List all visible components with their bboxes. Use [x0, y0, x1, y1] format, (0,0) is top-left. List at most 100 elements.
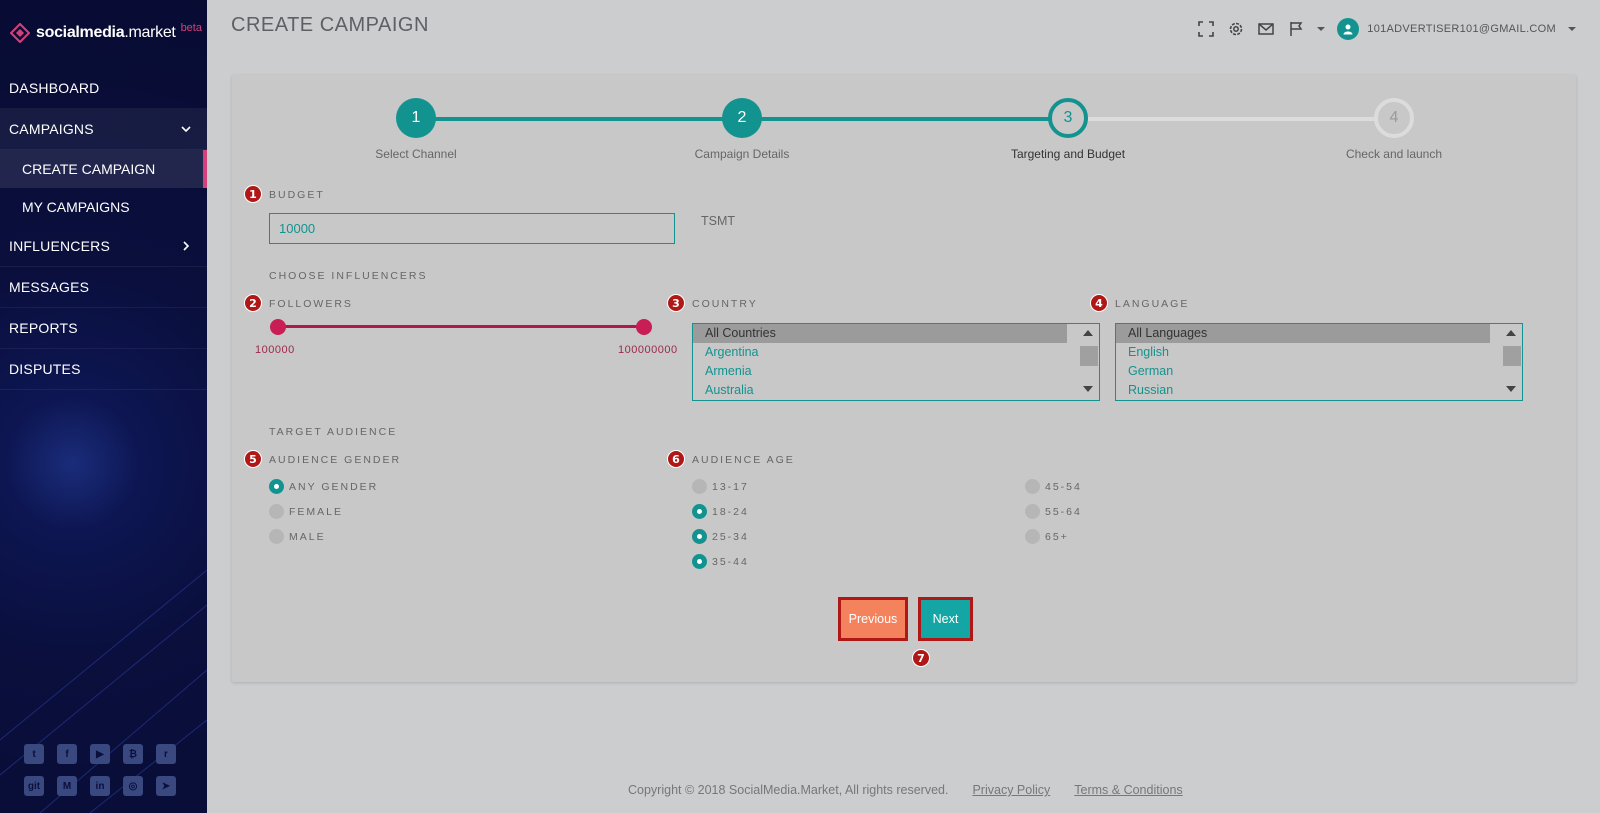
- scroll-thumb[interactable]: [1503, 346, 1521, 366]
- privacy-policy-link[interactable]: Privacy Policy: [972, 783, 1050, 797]
- annotation-badge-3: 3: [667, 294, 685, 312]
- previous-button[interactable]: Previous: [838, 597, 908, 641]
- sidebar-item-influencers[interactable]: INFLUENCERS: [0, 226, 207, 267]
- country-option[interactable]: Argentina: [693, 343, 1067, 362]
- audience-age-label: AUDIENCE AGE: [692, 454, 795, 466]
- gender-option-any[interactable]: ANY GENDER: [269, 479, 378, 494]
- annotation-badge-6: 6: [667, 450, 685, 468]
- footer: Copyright © 2018 SocialMedia.Market, All…: [628, 783, 1183, 797]
- age-option-55-64[interactable]: 55-64: [1025, 504, 1082, 519]
- checkbox[interactable]: [692, 479, 707, 494]
- sidebar-subitem-label: CREATE CAMPAIGN: [22, 161, 156, 177]
- step-campaign-details[interactable]: 2 Campaign Details: [662, 98, 822, 161]
- slider-min-handle[interactable]: [270, 319, 286, 335]
- copyright-text: Copyright © 2018 SocialMedia.Market, All…: [628, 783, 949, 797]
- sidebar-item-reports[interactable]: REPORTS: [0, 308, 207, 349]
- age-label: 18-24: [712, 505, 749, 518]
- next-button[interactable]: Next: [918, 597, 973, 641]
- top-toolbar: 101ADVERTISER101@GMAIL.COM: [1197, 18, 1576, 40]
- language-listbox[interactable]: All Languages English German Russian: [1115, 323, 1523, 401]
- sidebar-item-dashboard[interactable]: DASHBOARD: [0, 68, 207, 109]
- country-scrollbar[interactable]: [1075, 324, 1099, 400]
- campaign-form-card: 1 Select Channel 2 Campaign Details 3 Ta…: [232, 75, 1576, 682]
- country-option[interactable]: All Countries: [693, 324, 1067, 343]
- checkbox[interactable]: [1025, 504, 1040, 519]
- telegram-icon[interactable]: ➤: [156, 776, 176, 796]
- gender-option-female[interactable]: FEMALE: [269, 504, 343, 519]
- age-option-45-54[interactable]: 45-54: [1025, 479, 1082, 494]
- twitter-icon[interactable]: t: [24, 744, 44, 764]
- radio-label: MALE: [289, 530, 326, 543]
- age-label: 13-17: [712, 480, 749, 493]
- budget-input[interactable]: [269, 213, 675, 244]
- language-option[interactable]: All Languages: [1116, 324, 1490, 343]
- page-title: CREATE CAMPAIGN: [231, 14, 429, 36]
- bitcoin-icon[interactable]: ₿: [123, 744, 143, 764]
- reddit-icon[interactable]: r: [156, 744, 176, 764]
- annotation-badge-5: 5: [244, 450, 262, 468]
- avatar[interactable]: [1337, 18, 1360, 40]
- user-email[interactable]: 101ADVERTISER101@GMAIL.COM: [1367, 23, 1556, 35]
- step-check-and-launch[interactable]: 4 Check and launch: [1314, 98, 1474, 161]
- language-option[interactable]: English: [1116, 343, 1490, 362]
- sidebar-item-label: DISPUTES: [9, 361, 81, 377]
- facebook-icon[interactable]: f: [57, 744, 77, 764]
- scroll-down-arrow-icon[interactable]: [1506, 386, 1516, 392]
- app-logo[interactable]: socialmedia.market beta: [10, 18, 202, 48]
- language-option[interactable]: German: [1116, 362, 1490, 381]
- youtube-icon[interactable]: ▶: [90, 744, 110, 764]
- terms-link[interactable]: Terms & Conditions: [1074, 783, 1182, 797]
- choose-influencers-heading: CHOOSE INFLUENCERS: [269, 270, 428, 282]
- sidebar-subitem-my-campaigns[interactable]: MY CAMPAIGNS: [0, 188, 207, 226]
- radio-button[interactable]: [269, 479, 284, 494]
- scroll-down-arrow-icon[interactable]: [1083, 386, 1093, 392]
- slider-max-handle[interactable]: [636, 319, 652, 335]
- country-listbox[interactable]: All Countries Argentina Armenia Australi…: [692, 323, 1100, 401]
- language-label: LANGUAGE: [1115, 298, 1190, 310]
- budget-label: BUDGET: [269, 189, 325, 201]
- annotation-badge-1: 1: [244, 185, 262, 203]
- age-option-35-44[interactable]: 35-44: [692, 554, 749, 569]
- checkbox[interactable]: [692, 504, 707, 519]
- user-menu-caret[interactable]: [1568, 27, 1576, 31]
- step-select-channel[interactable]: 1 Select Channel: [336, 98, 496, 161]
- instagram-icon[interactable]: ◎: [123, 776, 143, 796]
- age-option-25-34[interactable]: 25-34: [692, 529, 749, 544]
- checkbox[interactable]: [1025, 529, 1040, 544]
- flag-dropdown-caret[interactable]: [1317, 27, 1326, 31]
- followers-range-slider[interactable]: [270, 319, 652, 335]
- checkbox[interactable]: [692, 529, 707, 544]
- gear-icon[interactable]: [1227, 20, 1245, 38]
- age-option-65-plus[interactable]: 65+: [1025, 529, 1069, 544]
- step-targeting-and-budget[interactable]: 3 Targeting and Budget: [988, 98, 1148, 161]
- linkedin-icon[interactable]: in: [90, 776, 110, 796]
- chevron-down-icon: [181, 126, 191, 133]
- flag-icon[interactable]: [1287, 20, 1305, 38]
- radio-button[interactable]: [269, 504, 284, 519]
- sidebar-item-disputes[interactable]: DISPUTES: [0, 349, 207, 390]
- scroll-up-arrow-icon[interactable]: [1506, 330, 1516, 336]
- sidebar-subitem-create-campaign[interactable]: CREATE CAMPAIGN: [0, 150, 207, 188]
- radio-button[interactable]: [269, 529, 284, 544]
- language-option[interactable]: Russian: [1116, 381, 1490, 400]
- medium-icon[interactable]: M: [57, 776, 77, 796]
- country-option[interactable]: Armenia: [693, 362, 1067, 381]
- language-scrollbar[interactable]: [1498, 324, 1522, 400]
- checkbox[interactable]: [692, 554, 707, 569]
- step-label: Campaign Details: [694, 147, 790, 161]
- followers-min-value: 100000: [255, 344, 295, 356]
- age-option-18-24[interactable]: 18-24: [692, 504, 749, 519]
- gender-option-male[interactable]: MALE: [269, 529, 326, 544]
- age-option-13-17[interactable]: 13-17: [692, 479, 749, 494]
- sidebar-item-campaigns[interactable]: CAMPAIGNS: [0, 109, 207, 150]
- sidebar-item-messages[interactable]: MESSAGES: [0, 267, 207, 308]
- git-icon[interactable]: git: [24, 776, 44, 796]
- scroll-up-arrow-icon[interactable]: [1083, 330, 1093, 336]
- mail-icon[interactable]: [1257, 20, 1275, 38]
- scroll-thumb[interactable]: [1080, 346, 1098, 366]
- country-label: COUNTRY: [692, 298, 758, 310]
- checkbox[interactable]: [1025, 479, 1040, 494]
- country-option[interactable]: Australia: [693, 381, 1067, 400]
- step-number: 1: [396, 98, 436, 138]
- fullscreen-icon[interactable]: [1197, 20, 1215, 38]
